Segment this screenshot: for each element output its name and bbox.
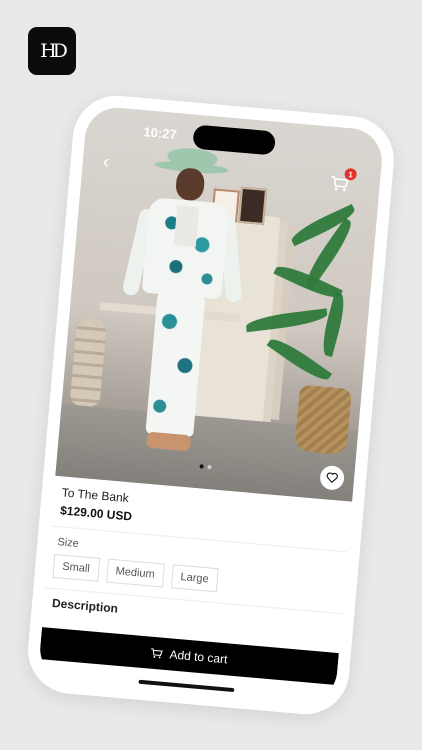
model-pants — [145, 291, 206, 438]
pagination-dot[interactable] — [207, 464, 212, 470]
chevron-left-icon: ‹ — [101, 150, 111, 174]
product-price: $129.00 USD — [59, 503, 133, 524]
add-to-cart-label: Add to cart — [168, 647, 229, 667]
app-logo: HD — [28, 27, 76, 75]
product-image[interactable]: 10:27 ‹ 1 — [55, 105, 385, 502]
plant-leaf — [273, 260, 343, 304]
back-button[interactable]: ‹ — [102, 151, 111, 174]
description-title[interactable]: Description — [52, 596, 119, 616]
home-indicator[interactable] — [138, 679, 235, 693]
cart-badge: 1 — [344, 167, 358, 181]
app-logo-text: HD — [40, 40, 68, 62]
plant-pot — [294, 384, 352, 455]
background-vase — [69, 317, 108, 408]
model-head — [174, 167, 206, 202]
size-option-large[interactable]: Large — [170, 564, 219, 593]
phone-frame: 10:27 ‹ 1 To The Bank $129.00 USD Size S… — [24, 92, 398, 718]
plant-leaf — [266, 333, 332, 386]
phone-mockup: 10:27 ‹ 1 To The Bank $129.00 USD Size S… — [24, 92, 398, 718]
cart-button[interactable]: 1 — [329, 167, 358, 193]
size-label: Size — [56, 536, 80, 550]
size-option-small[interactable]: Small — [52, 553, 100, 582]
product-name: To The Bank — [61, 485, 130, 506]
cart-icon — [151, 648, 164, 659]
model-shoes — [146, 431, 192, 452]
size-options: Small Medium Large — [52, 553, 219, 593]
status-time: 10:27 — [142, 124, 178, 142]
pagination-dot-active[interactable] — [199, 464, 204, 469]
phone-screen: 10:27 ‹ 1 To The Bank $129.00 USD Size S… — [37, 105, 385, 705]
heart-icon — [326, 472, 338, 483]
plant-leaf — [318, 291, 349, 358]
size-option-medium[interactable]: Medium — [105, 558, 165, 588]
add-to-cart-button[interactable]: Add to cart — [39, 627, 339, 685]
model-top — [173, 205, 200, 248]
divider — [50, 525, 348, 553]
